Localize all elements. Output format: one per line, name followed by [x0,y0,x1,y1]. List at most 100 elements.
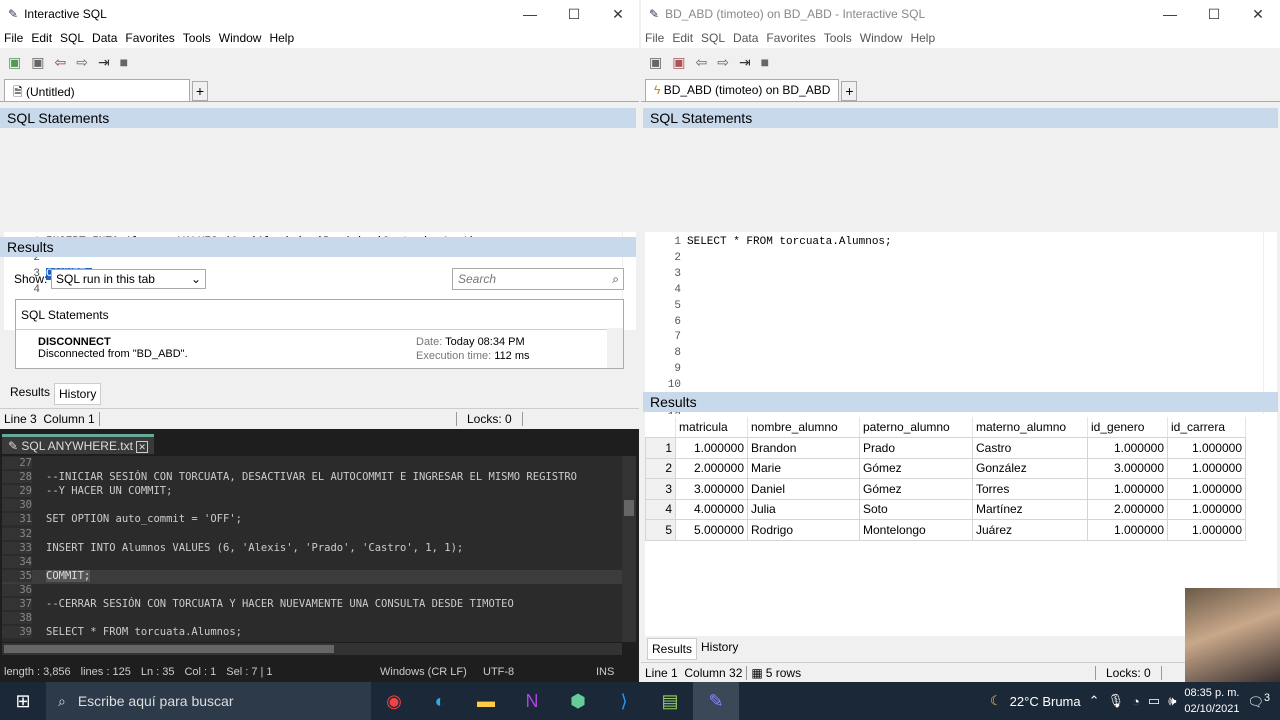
onenote-icon[interactable]: N [509,682,555,720]
table-cell[interactable]: 1.000000 [1087,478,1168,500]
column-header[interactable]: id_genero [1087,417,1168,438]
maximize-button[interactable]: ☐ [552,0,596,28]
execute-icon[interactable]: ⇥ [739,54,751,71]
table-cell[interactable]: 1.000000 [1087,519,1168,541]
tab-history[interactable]: History [54,383,102,405]
vertical-scrollbar[interactable] [607,328,623,368]
table-cell[interactable]: 1.000000 [1167,437,1246,459]
column-header[interactable]: id_carrera [1167,417,1246,438]
menu-item[interactable]: Tools [824,31,852,45]
stop-icon[interactable]: ■ [761,54,769,70]
menu-item[interactable]: Edit [672,31,693,45]
wifi-icon[interactable]: ◔ [1132,694,1140,709]
table-cell[interactable]: Marie [747,457,860,479]
table-cell[interactable]: Soto [859,498,973,520]
back-icon[interactable]: ⇦ [54,54,66,71]
new-tab-button[interactable]: + [841,81,858,101]
menu-item[interactable]: Data [733,31,758,45]
table-cell[interactable]: 1.000000 [1167,519,1246,541]
connect-icon[interactable]: ▣ [649,54,662,71]
maximize-button[interactable]: ☐ [1192,0,1236,28]
table-cell[interactable]: 1.000000 [1167,478,1246,500]
file-tab[interactable]: ✎ SQL ANYWHERE.txt ✕ [2,434,154,454]
column-header[interactable]: nombre_alumno [747,417,860,438]
table-cell[interactable]: 1.000000 [1167,457,1246,479]
history-item[interactable]: DISCONNECT Disconnected from "BD_ABD". D… [16,330,623,366]
column-header[interactable]: paterno_alumno [859,417,973,438]
menu-item[interactable]: File [4,31,23,45]
table-cell[interactable]: Montelongo [859,519,973,541]
table-cell[interactable]: Juárez [972,519,1088,541]
code-area[interactable]: 27 28 --INICIAR SESIÓN CON TORCUATA, DESAC… [2,456,622,642]
vertical-scrollbar[interactable] [622,456,636,642]
table-cell[interactable]: 5.000000 [675,519,748,541]
menu-item[interactable]: Favorites [125,31,174,45]
microphone-icon[interactable]: 🎙 [1108,693,1125,709]
table-cell[interactable]: 3.000000 [1087,457,1168,479]
tab-untitled[interactable]: 🗎 (Untitled) [4,79,190,101]
volume-icon[interactable]: 🕪 [1168,693,1176,709]
notifications-icon[interactable]: 🗨3 [1247,692,1270,710]
chevron-up-icon[interactable]: ⌃ [1089,693,1100,709]
taskbar-search[interactable]: ⌕ Escribe aquí para buscar [46,682,371,720]
search-input[interactable]: Search ⌕ [452,268,624,290]
windows-start-icon[interactable]: ⊞ [0,682,46,720]
connect-icon[interactable]: ▣ [8,54,21,71]
table-cell[interactable]: 1.000000 [675,437,748,459]
disconnect-icon[interactable]: ▣ [31,54,44,71]
table-cell[interactable]: Daniel [747,478,860,500]
menu-item[interactable]: File [645,31,664,45]
table-row[interactable]: 2 2.000000 Marie Gómez González 3.000000 1.000… [645,457,1246,479]
table-row[interactable]: 4 4.000000 Julia Soto Martínez 2.000000 1.0000… [645,498,1246,520]
table-cell[interactable]: 3.000000 [675,478,748,500]
table-cell[interactable]: 1.000000 [1087,437,1168,459]
clock[interactable]: 08:35 p. m. 02/10/2021 [1184,685,1239,717]
vscode-icon[interactable]: ⟩ [601,682,647,720]
minimize-button[interactable]: — [508,0,552,28]
table-cell[interactable]: Prado [859,437,973,459]
table-cell[interactable]: Castro [972,437,1088,459]
menu-item[interactable]: Tools [183,31,211,45]
results-grid[interactable]: matricula nombre_alumno paterno_alumno mate… [645,417,1246,541]
table-cell[interactable]: 2.000000 [1087,498,1168,520]
column-header[interactable]: materno_alumno [972,417,1088,438]
disconnect-icon[interactable]: ▣ [672,54,685,71]
tab-connection[interactable]: ϟ BD_ABD (timoteo) on BD_ABD [645,79,840,101]
table-cell[interactable]: 1.000000 [1167,498,1246,520]
menu-item[interactable]: Window [860,31,903,45]
menu-item[interactable]: Help [269,31,294,45]
edge-icon[interactable]: ◐ [417,682,463,720]
table-cell[interactable]: Gómez [859,478,973,500]
execute-icon[interactable]: ⇥ [98,54,110,71]
history-list[interactable]: SQL Statements DISCONNECT Disconnected f… [15,299,624,369]
tab-history[interactable]: History [697,638,742,660]
notepadpp-icon[interactable]: ▤ [647,682,693,720]
table-cell[interactable]: 4.000000 [675,498,748,520]
interactive-sql-icon[interactable]: ✎ [693,682,739,720]
table-row[interactable]: 5 5.000000 Rodrigo Montelongo Juárez 1.000000… [645,519,1246,541]
close-button[interactable]: ✕ [596,0,639,28]
menu-item[interactable]: Favorites [766,31,815,45]
file-explorer-icon[interactable]: ▬ [463,682,509,720]
column-header[interactable]: matricula [675,417,748,438]
table-cell[interactable]: Rodrigo [747,519,860,541]
close-button[interactable]: ✕ [1236,0,1280,28]
tab-results[interactable]: Results [647,638,698,660]
chrome-icon[interactable]: ◉ [371,682,417,720]
menu-item[interactable]: Window [219,31,262,45]
table-cell[interactable]: Brandon [747,437,860,459]
menu-item[interactable]: Help [910,31,935,45]
tab-results[interactable]: Results [6,383,54,405]
show-dropdown[interactable]: SQL run in this tab ⌄ [51,269,206,289]
menu-item[interactable]: Edit [31,31,52,45]
forward-icon[interactable]: ⇨ [717,54,729,71]
table-cell[interactable]: 2.000000 [675,457,748,479]
table-cell[interactable]: Martínez [972,498,1088,520]
horizontal-scrollbar[interactable] [2,643,622,655]
network-icon[interactable]: ▭ [1148,693,1160,709]
table-row[interactable]: 1 1.000000 Brandon Prado Castro 1.000000 1.000… [645,437,1246,459]
back-icon[interactable]: ⇦ [695,54,707,71]
app-cube-icon[interactable]: ⬢ [555,682,601,720]
close-tab-icon[interactable]: ✕ [136,441,148,453]
minimize-button[interactable]: — [1148,0,1192,28]
